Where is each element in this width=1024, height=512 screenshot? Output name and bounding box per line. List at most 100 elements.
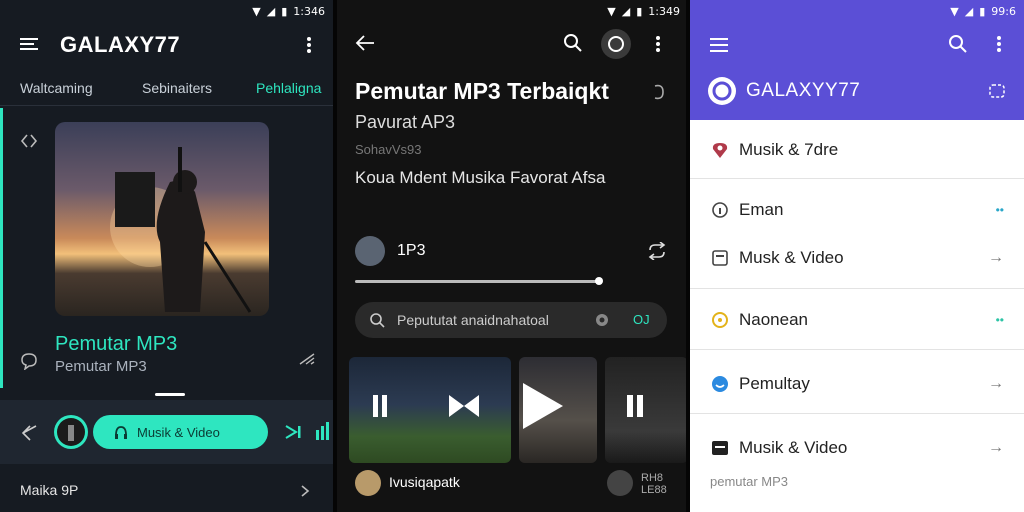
- status-time: 99:6: [991, 4, 1016, 18]
- mini-label-2: RH8 LE88: [641, 472, 667, 496]
- battery-icon: ▮: [979, 4, 986, 18]
- wifi-icon: ▼: [252, 4, 261, 18]
- list-item-label: Eman: [739, 200, 784, 219]
- divider: [690, 178, 1024, 179]
- tab-1[interactable]: Waltcaming: [20, 80, 93, 96]
- list-item-label: Pemultay: [739, 374, 810, 393]
- avatar[interactable]: [355, 470, 381, 496]
- slider-knob[interactable]: [595, 277, 603, 285]
- status-time: 1:349: [648, 4, 680, 18]
- edit-icon[interactable]: [298, 352, 316, 366]
- list-item[interactable]: Naonean ••: [690, 302, 1024, 338]
- divider: [690, 349, 1024, 350]
- more-vert-icon[interactable]: [655, 35, 661, 53]
- repeat-icon[interactable]: [647, 242, 667, 260]
- brand-title: GALAXYY77: [746, 80, 861, 101]
- search-badge[interactable]: OJ: [633, 312, 650, 327]
- video-thumb-3[interactable]: [605, 357, 688, 463]
- media-pill-button[interactable]: Musik & Video: [93, 415, 268, 449]
- headphones-icon: [113, 424, 129, 440]
- brand-logo-icon: [708, 77, 736, 105]
- arrow-right-icon: →: [988, 249, 1004, 266]
- avatar[interactable]: [607, 470, 633, 496]
- divider: [690, 413, 1024, 414]
- trailing-dots: ••: [995, 203, 1004, 217]
- status-bar: ▼ ◢ ▮ 1:349: [607, 0, 680, 22]
- arrow-right-icon: →: [988, 375, 1004, 392]
- status-bar: ▼ ◢ ▮ 1:346: [252, 0, 325, 22]
- video-thumb-2[interactable]: [519, 357, 597, 463]
- list-item[interactable]: Eman ••: [690, 192, 1024, 228]
- tab-2[interactable]: Sebinaiters: [142, 80, 212, 96]
- more-vert-icon[interactable]: [996, 35, 1002, 53]
- avatar[interactable]: [54, 415, 88, 449]
- track-label: 1P3: [397, 242, 426, 259]
- tagline: Koua Mdent Musika Favorat Afsa: [355, 168, 606, 187]
- search-icon[interactable]: [948, 34, 968, 54]
- heart-pin-icon: [710, 140, 730, 160]
- bottom-list-item[interactable]: Maika 9P: [20, 482, 78, 498]
- list-item[interactable]: Musik & 7dre: [690, 132, 1024, 168]
- assistant-icon[interactable]: [601, 29, 631, 59]
- list-item[interactable]: Pemultay →: [690, 366, 1024, 402]
- tab-3[interactable]: Pehlaligna: [256, 80, 321, 96]
- middle-screen: ▼ ◢ ▮ 1:349 Pemutar MP3 Terbaiqkt Pavura…: [337, 0, 688, 512]
- wifi-icon: ▼: [607, 4, 616, 18]
- shrink-icon[interactable]: [20, 423, 38, 441]
- signal-icon: ◢: [964, 4, 974, 18]
- signal-icon: ◢: [266, 4, 276, 18]
- code-icon[interactable]: [20, 132, 38, 150]
- list-item[interactable]: Musk & Video →: [690, 240, 1024, 276]
- arrow-right-icon: →: [988, 439, 1004, 456]
- search-bar[interactable]: Pepututat anaidnahatoal: [355, 302, 667, 338]
- battery-icon: ▮: [636, 4, 643, 18]
- menu-icon[interactable]: [20, 36, 40, 52]
- status-bar: ▼ ◢ ▮ 99:6: [950, 0, 1016, 22]
- back-icon[interactable]: [355, 34, 375, 52]
- menu-icon[interactable]: [710, 37, 730, 53]
- settings-icon[interactable]: [593, 311, 611, 329]
- right-screen: ▼ ◢ ▮ 99:6 GALAXYY77 Musik & 7dre Eman •…: [690, 0, 1024, 512]
- search-icon: [369, 312, 385, 328]
- next-icon[interactable]: [284, 423, 302, 441]
- book-icon: [710, 248, 730, 268]
- album-art: [55, 122, 269, 316]
- chevron-right-icon[interactable]: [300, 484, 310, 498]
- progress-slider[interactable]: [355, 280, 601, 283]
- progress-indicator: [155, 393, 185, 396]
- equalizer-icon[interactable]: [316, 420, 333, 442]
- list-item[interactable]: Musik & Video →: [690, 430, 1024, 466]
- track-avatar[interactable]: [355, 236, 385, 266]
- status-time: 1:346: [293, 4, 325, 18]
- battery-icon: ▮: [281, 4, 288, 18]
- song-subtitle: Pemutar MP3: [55, 358, 147, 375]
- sun-icon: [710, 310, 730, 330]
- circle-info-icon: [710, 200, 730, 220]
- pill-label: Musik & Video: [137, 424, 220, 440]
- search-icon[interactable]: [563, 33, 583, 53]
- side-accent: [0, 108, 3, 388]
- search-input[interactable]: Pepututat anaidnahatoal: [397, 312, 549, 328]
- more-vert-icon[interactable]: [306, 36, 312, 54]
- mini-label-2a: RH8: [641, 472, 664, 484]
- list-item-label: Naonean: [739, 310, 809, 329]
- video-icon: [710, 438, 730, 458]
- signal-icon: ◢: [621, 4, 631, 18]
- smile-icon: [710, 374, 730, 394]
- app-title: GALAXY77: [60, 32, 181, 57]
- song-title: Pemutar MP3: [55, 333, 178, 355]
- list-item-label: Musik & Video: [739, 438, 848, 457]
- mini-label-2b: LE88: [641, 484, 667, 496]
- list-item-label: Musik & 7dre: [739, 140, 839, 159]
- meta-text: SohavVs93: [355, 142, 422, 157]
- wifi-icon: ▼: [950, 4, 959, 18]
- share-icon[interactable]: [649, 82, 667, 102]
- left-screen: ▼ ◢ ▮ 1:346 GALAXY77 Waltcaming Sebinait…: [0, 0, 333, 512]
- cast-icon[interactable]: [988, 82, 1006, 100]
- chat-icon[interactable]: [20, 352, 38, 370]
- divider: [690, 288, 1024, 289]
- subtitle: Pavurat AP3: [355, 112, 456, 132]
- footer-text: pemutar MP3: [710, 474, 789, 489]
- trailing-dots: ••: [995, 313, 1004, 327]
- video-thumb-1[interactable]: [349, 357, 511, 463]
